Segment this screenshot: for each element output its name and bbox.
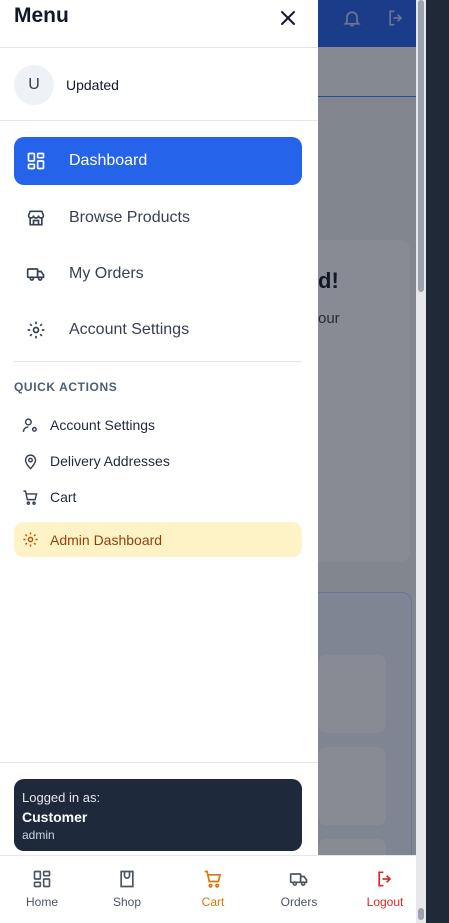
gear-icon <box>21 531 39 549</box>
map-pin-icon <box>21 452 39 470</box>
nav-item-label: Dashboard <box>69 152 148 169</box>
bottom-nav-label: Cart <box>201 895 225 909</box>
drawer-header: Menu <box>0 0 318 48</box>
side-drawer: Menu U Updated Dashboard Browse Products… <box>0 0 318 923</box>
nav-item-label: Account Settings <box>69 321 190 338</box>
quick-action-delivery-addresses[interactable]: Delivery Addresses <box>14 445 302 477</box>
quick-action-label: Cart <box>50 489 77 505</box>
bottom-nav-label: Logout <box>366 895 404 909</box>
truck-icon <box>288 868 310 890</box>
bottom-nav-cart[interactable]: Cart <box>171 868 255 916</box>
quick-actions-title: QUICK ACTIONS <box>14 380 118 394</box>
gear-icon <box>25 319 47 341</box>
divider <box>0 762 318 763</box>
drawer-title: Menu <box>14 4 69 27</box>
nav-item-account-settings[interactable]: Account Settings <box>14 306 302 354</box>
logged-in-username: admin <box>22 828 55 842</box>
bag-icon <box>116 868 138 890</box>
nav-item-browse-products[interactable]: Browse Products <box>14 194 302 242</box>
close-button[interactable] <box>276 6 300 30</box>
bottom-nav-home[interactable]: Home <box>0 868 84 916</box>
grid-icon <box>31 868 53 890</box>
nav-item-label: Browse Products <box>69 209 190 226</box>
user-profile: U Updated <box>0 48 318 121</box>
logout-icon <box>374 868 396 890</box>
bottom-nav-label: Home <box>25 895 58 909</box>
bottom-nav-shop[interactable]: Shop <box>85 868 169 916</box>
close-icon <box>276 6 300 30</box>
bottom-nav-logout[interactable]: Logout <box>343 868 427 916</box>
bottom-nav-label: Shop <box>112 895 142 909</box>
user-name: Updated <box>66 77 119 93</box>
nav-item-label: My Orders <box>69 265 144 282</box>
nav-item-dashboard[interactable]: Dashboard <box>14 137 302 185</box>
quick-action-cart[interactable]: Cart <box>14 481 302 513</box>
bottom-nav-label: Orders <box>280 895 318 909</box>
scrollbar-thumb[interactable] <box>418 0 424 292</box>
bottom-nav-orders[interactable]: Orders <box>257 868 341 916</box>
avatar: U <box>14 65 54 105</box>
store-icon <box>25 207 47 229</box>
logged-in-card: Logged in as: Customer admin <box>14 779 302 851</box>
quick-action-label: Delivery Addresses <box>50 453 170 469</box>
logged-in-role: Customer <box>22 809 88 825</box>
truck-icon <box>25 263 47 285</box>
divider <box>14 361 302 362</box>
quick-action-admin-dashboard[interactable]: Admin Dashboard <box>14 522 302 557</box>
grid-icon <box>25 150 47 172</box>
quick-action-account-settings[interactable]: Account Settings <box>14 409 302 441</box>
quick-action-label: Admin Dashboard <box>50 531 163 548</box>
quick-action-label: Account Settings <box>50 417 156 433</box>
bottom-navigation: Home Shop Cart Orders Logout <box>0 855 416 923</box>
nav-item-my-orders[interactable]: My Orders <box>14 250 302 298</box>
cart-icon <box>21 488 39 506</box>
user-gear-icon <box>21 416 39 434</box>
cart-icon <box>202 868 224 890</box>
logged-in-prefix: Logged in as: <box>22 790 101 805</box>
